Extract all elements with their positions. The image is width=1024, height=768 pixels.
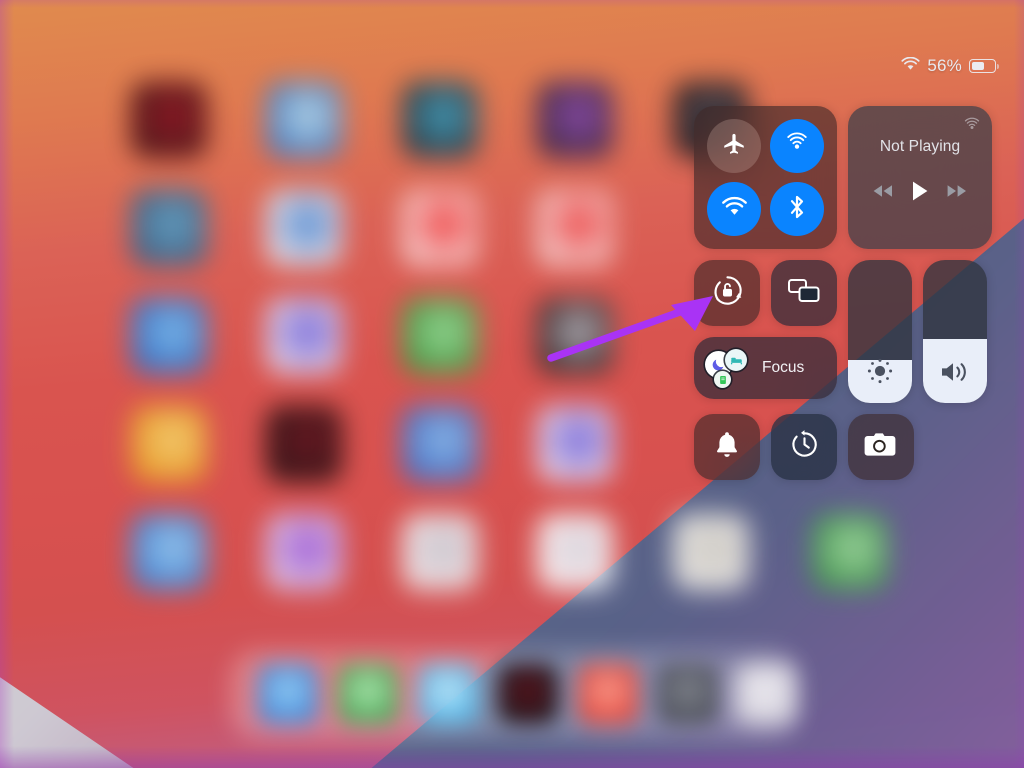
control-center-row-3 — [694, 414, 994, 480]
now-playing-module[interactable]: Not Playing — [848, 106, 992, 249]
focus-button[interactable]: Focus — [694, 337, 837, 399]
book-icon — [714, 371, 731, 388]
rotation-lock-button[interactable] — [694, 260, 760, 326]
airplay-route-icon[interactable] — [962, 115, 982, 140]
battery-percent-label: 56% — [927, 56, 962, 75]
battery-icon — [969, 59, 999, 73]
timer-icon — [788, 428, 821, 466]
rotation-lock-icon — [709, 272, 746, 314]
airdrop-icon — [784, 131, 810, 162]
timer-button[interactable] — [771, 414, 837, 480]
bell-icon — [712, 429, 742, 466]
wifi-icon — [721, 196, 748, 223]
wifi-icon — [901, 56, 920, 76]
brightness-slider[interactable] — [848, 260, 912, 403]
bed-icon — [725, 349, 747, 371]
airplane-mode-toggle[interactable] — [707, 119, 761, 173]
silent-mode-button[interactable] — [694, 414, 760, 480]
battery-fill — [971, 61, 984, 71]
airdrop-toggle[interactable] — [770, 119, 824, 173]
wifi-toggle[interactable] — [707, 182, 761, 236]
status-bar: 56% — [901, 56, 999, 76]
rewind-icon[interactable] — [871, 183, 895, 204]
volume-slider[interactable] — [923, 260, 987, 403]
bluetooth-toggle[interactable] — [770, 182, 824, 236]
fast-forward-icon[interactable] — [945, 183, 969, 204]
control-center-row-1: Not Playing — [694, 106, 994, 249]
airplane-icon — [721, 131, 747, 162]
brightness-slider-fill — [848, 358, 912, 403]
screen-mirroring-button[interactable] — [771, 260, 837, 326]
connectivity-module[interactable] — [694, 106, 837, 249]
control-center-row-2: Focus — [694, 260, 994, 403]
screen-mirroring-icon — [786, 276, 822, 311]
bluetooth-icon — [785, 193, 809, 226]
controls-stack: Focus — [694, 260, 837, 403]
now-playing-controls — [860, 180, 980, 207]
focus-badges — [705, 348, 753, 388]
brightness-icon — [848, 355, 912, 387]
camera-button[interactable] — [848, 414, 914, 480]
focus-label: Focus — [762, 359, 805, 376]
now-playing-title: Not Playing — [879, 138, 961, 155]
camera-icon — [864, 431, 898, 464]
volume-slider-fill — [923, 338, 987, 403]
play-icon[interactable] — [910, 180, 930, 207]
toggle-tiles-row — [694, 260, 837, 326]
control-center[interactable]: Not Playing Focus — [694, 106, 994, 491]
volume-icon — [923, 357, 987, 387]
